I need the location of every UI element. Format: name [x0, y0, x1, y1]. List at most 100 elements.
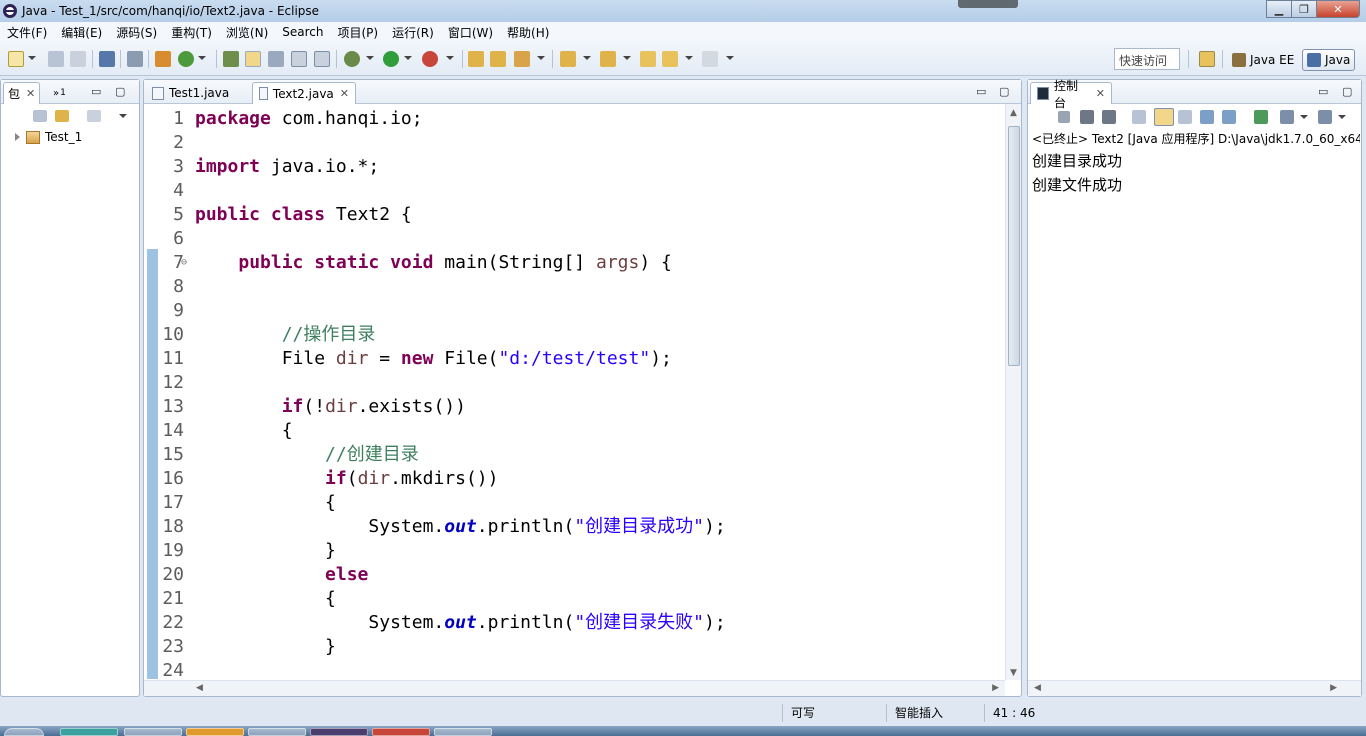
previous-annotation-dropdown-icon[interactable] [623, 56, 631, 60]
tab-test1-java[interactable]: Test1.java [146, 82, 248, 104]
minimize-icon[interactable]: ▭ [976, 85, 986, 98]
show-on-stderr-icon[interactable] [1222, 110, 1236, 124]
previous-annotation-icon[interactable] [600, 51, 616, 67]
save-icon[interactable] [48, 51, 64, 67]
tab-package-explorer[interactable]: 包 ✕ [3, 82, 41, 104]
new-package-icon[interactable] [178, 51, 194, 67]
word-wrap-icon[interactable] [1178, 110, 1192, 124]
tab-hierarchy[interactable]: » 1 [49, 82, 70, 104]
code-line[interactable]: 16 if(dir.mkdirs()) [144, 467, 994, 491]
code-line[interactable]: 2 [144, 131, 994, 155]
show-on-stdout-icon[interactable] [1200, 110, 1214, 124]
editor-horizontal-scrollbar[interactable]: ◀ ▶ [144, 680, 1005, 696]
taskbar-item[interactable] [310, 728, 368, 736]
tab-text2-java[interactable]: Text2.java ✕ [252, 82, 356, 104]
view-menu-icon[interactable] [119, 114, 127, 118]
display-selected-console-dropdown-icon[interactable] [1300, 115, 1308, 119]
minimize-icon[interactable]: ▭ [1318, 85, 1328, 98]
open-task-icon[interactable] [490, 51, 506, 67]
print-icon[interactable] [99, 51, 115, 67]
open-perspective-icon[interactable] [1199, 51, 1215, 67]
menu-source[interactable]: 源码(S) [109, 24, 164, 41]
skip-breakpoints-icon[interactable] [127, 51, 143, 67]
scrollbar-thumb[interactable] [1008, 126, 1020, 366]
code-line[interactable]: 3 import java.io.*; [144, 155, 994, 179]
maximize-button[interactable]: ❐ [1291, 0, 1317, 18]
code-line[interactable]: 13 if(!dir.exists()) [144, 395, 994, 419]
new-dropdown-icon[interactable] [28, 56, 36, 60]
remove-all-launches-icon[interactable] [1102, 110, 1116, 124]
search-icon[interactable] [268, 51, 284, 67]
perspective-java[interactable]: Java [1302, 49, 1356, 71]
close-icon[interactable]: ✕ [340, 87, 349, 100]
run-icon[interactable] [383, 51, 399, 67]
last-edit-icon[interactable] [640, 51, 656, 67]
fold-toggle-icon[interactable]: ⊖ [181, 251, 187, 275]
close-button[interactable]: ✕ [1316, 0, 1360, 18]
scroll-left-icon[interactable]: ◀ [196, 683, 203, 693]
taskbar-item[interactable] [60, 728, 118, 736]
taskbar-item[interactable] [124, 728, 182, 736]
code-line[interactable]: 7 ⊖ public static void main(String[] args… [144, 251, 994, 275]
menu-run[interactable]: 运行(R) [385, 24, 441, 41]
scroll-right-icon[interactable]: ▶ [992, 683, 999, 693]
collapse-all-icon[interactable] [33, 110, 47, 122]
pin-icon[interactable] [514, 51, 530, 67]
code-line[interactable]: 18 System.out.println("创建目录成功"); [144, 515, 994, 539]
new-java-project-icon[interactable] [155, 51, 171, 67]
menu-window[interactable]: 窗口(W) [441, 24, 500, 41]
code-line[interactable]: 4 [144, 179, 994, 203]
scroll-left-icon[interactable]: ◀ [1034, 683, 1041, 693]
menu-navigate[interactable]: 浏览(N) [219, 24, 275, 41]
console-horizontal-scrollbar[interactable]: ◀ ▶ [1028, 680, 1361, 696]
scroll-right-icon[interactable]: ▶ [1330, 683, 1337, 693]
tab-console[interactable]: 控制台 ✕ [1030, 79, 1112, 110]
menu-project[interactable]: 项目(P) [331, 24, 386, 41]
code-editor[interactable]: 1 package com.hanqi.io; 2 3 import java.io.*… [144, 104, 1005, 680]
maximize-icon[interactable]: ▢ [999, 85, 1009, 98]
code-line[interactable]: 9 [144, 299, 994, 323]
tree-item-project[interactable]: Test_1 [15, 130, 82, 144]
menu-help[interactable]: 帮助(H) [500, 24, 556, 41]
code-line[interactable]: 23 } [144, 635, 994, 659]
code-line[interactable]: 11 File dir = new File("d:/test/test"); [144, 347, 994, 371]
scroll-down-icon[interactable]: ▼ [1010, 668, 1017, 678]
next-annotation-icon[interactable] [560, 51, 576, 67]
code-line[interactable]: 10 //操作目录 [144, 323, 994, 347]
open-console-icon[interactable] [1318, 110, 1332, 124]
mark-occurrences-icon[interactable] [245, 51, 261, 67]
menu-file[interactable]: 文件(F) [0, 24, 54, 41]
code-line[interactable]: 19 } [144, 539, 994, 563]
perspective-java-ee[interactable]: Java EE [1228, 49, 1298, 71]
code-line[interactable]: 14 { [144, 419, 994, 443]
close-icon[interactable]: ✕ [1096, 87, 1105, 100]
block-selection-icon[interactable] [291, 51, 307, 67]
code-line[interactable]: 6 [144, 227, 994, 251]
menu-refactor[interactable]: 重构(T) [164, 24, 219, 41]
focus-icon[interactable] [87, 110, 101, 122]
code-line[interactable]: 17 { [144, 491, 994, 515]
code-line[interactable]: 12 [144, 371, 994, 395]
new-class-dropdown-icon[interactable] [198, 56, 206, 60]
open-folder-icon[interactable] [468, 51, 484, 67]
debug-dropdown-icon[interactable] [366, 56, 374, 60]
forward-dropdown-icon[interactable] [726, 56, 734, 60]
scroll-lock-icon[interactable] [1154, 108, 1174, 126]
menu-edit[interactable]: 编辑(E) [54, 24, 109, 41]
code-line[interactable]: 24 [144, 659, 994, 680]
taskbar-item[interactable] [186, 728, 244, 736]
code-line[interactable]: 20 else [144, 563, 994, 587]
pin-dropdown-icon[interactable] [537, 56, 545, 60]
link-with-editor-icon[interactable] [55, 110, 69, 122]
menu-search[interactable]: Search [275, 25, 330, 39]
run-dropdown-icon[interactable] [404, 56, 412, 60]
terminate-icon[interactable] [1058, 111, 1070, 123]
editor-vertical-scrollbar[interactable]: ▲ ▼ [1005, 104, 1021, 680]
code-line[interactable]: 15 //创建目录 [144, 443, 994, 467]
close-icon[interactable]: ✕ [26, 87, 35, 100]
code-line[interactable]: 1 package com.hanqi.io; [144, 107, 994, 131]
taskbar-item[interactable] [248, 728, 306, 736]
new-icon[interactable] [8, 51, 24, 67]
back-icon[interactable] [662, 51, 678, 67]
remove-launch-icon[interactable] [1080, 110, 1094, 124]
